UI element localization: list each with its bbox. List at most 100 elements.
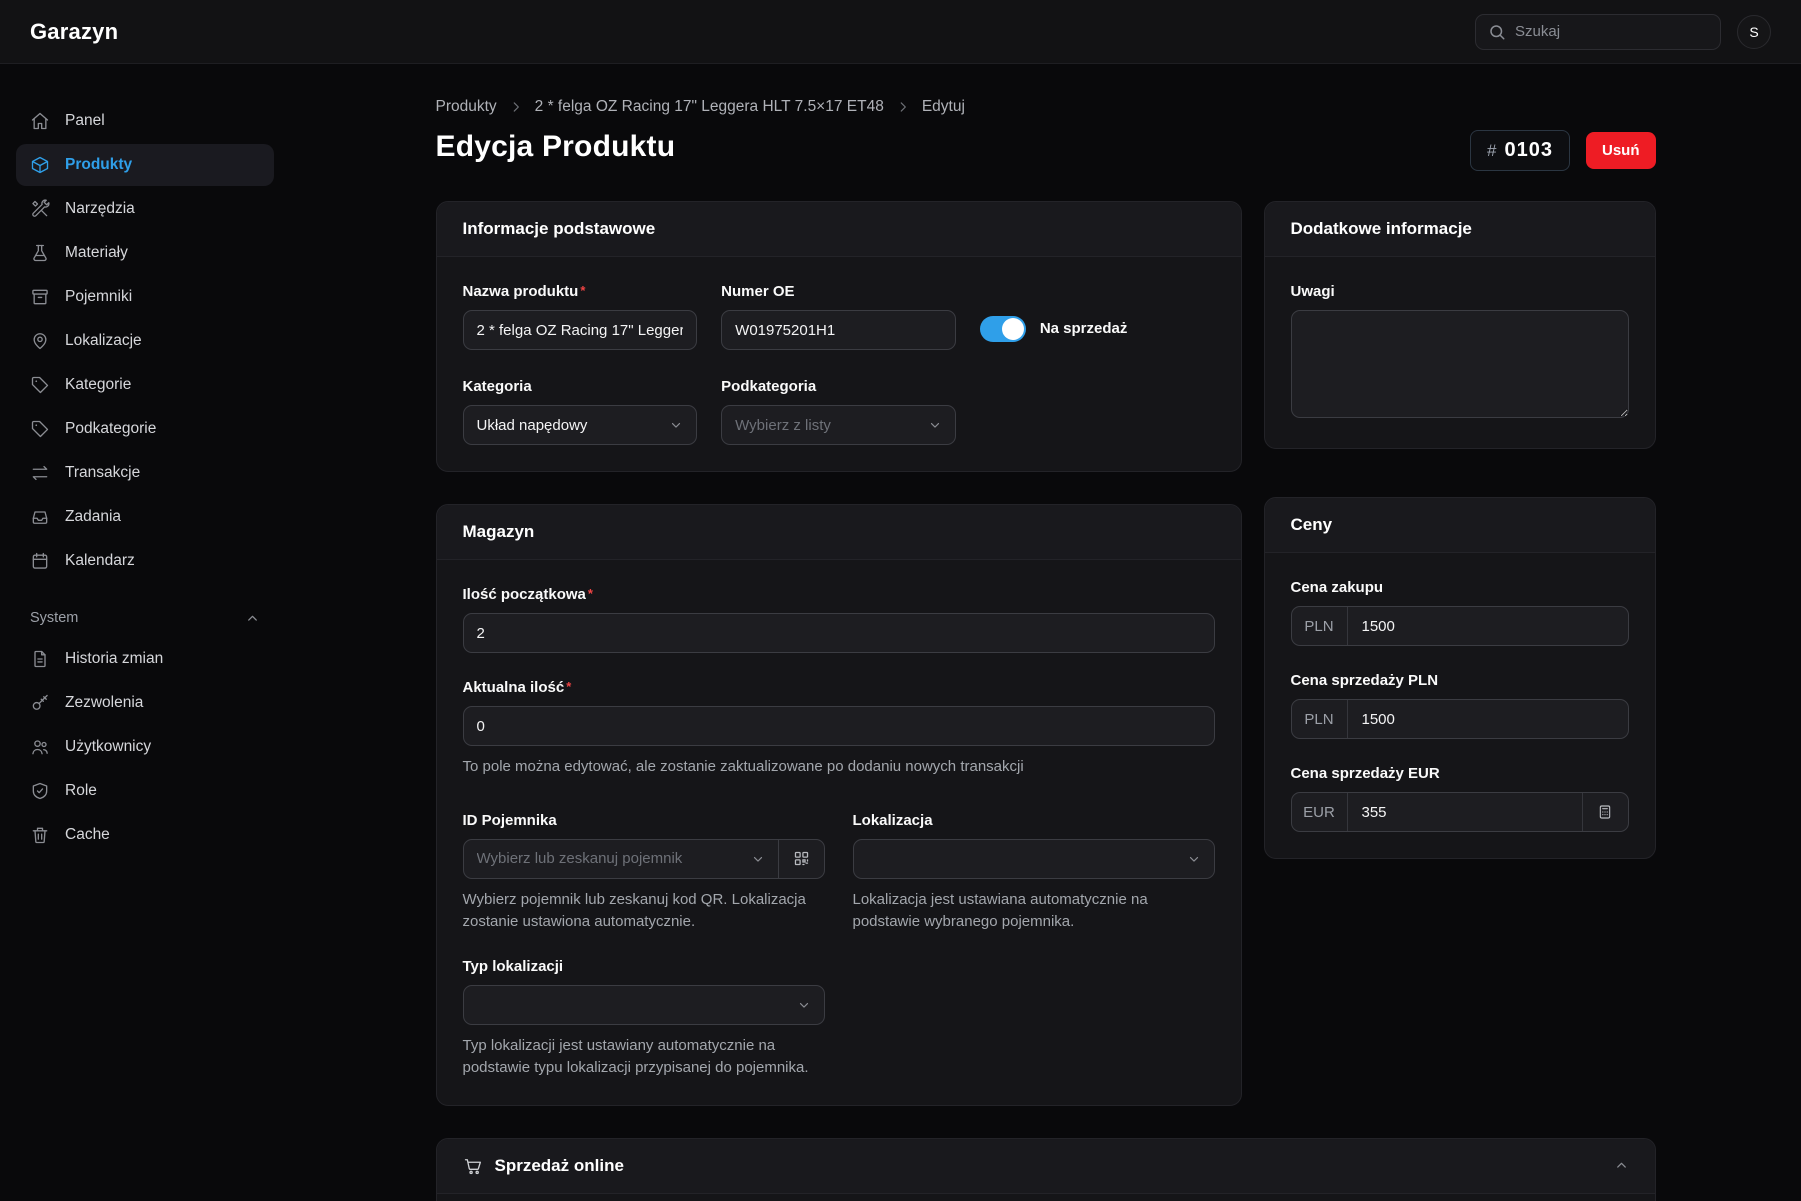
chevron-down-icon — [751, 852, 765, 866]
stock-card-title: Magazyn — [437, 505, 1241, 560]
purchase-price-group: PLN — [1291, 606, 1629, 646]
breadcrumb-product[interactable]: 2 * felga OZ Racing 17" Leggera HLT 7.5×… — [535, 98, 884, 116]
currency-prefix: PLN — [1292, 607, 1348, 645]
subcategory-select[interactable]: Wybierz z listy — [721, 405, 956, 445]
sale-price-pln-group: PLN — [1291, 699, 1629, 739]
qr-scan-button[interactable] — [778, 840, 824, 878]
sidebar-item-produkty[interactable]: Produkty — [16, 144, 274, 186]
required-marker: * — [580, 283, 585, 298]
key-icon — [30, 693, 50, 713]
oe-number-input[interactable] — [721, 310, 956, 350]
search-box[interactable] — [1475, 14, 1721, 50]
chevron-right-icon — [896, 100, 910, 114]
sidebar-item-narzedzia[interactable]: Narzędzia — [16, 188, 274, 230]
avatar[interactable]: S — [1737, 15, 1771, 49]
product-id-badge: # 0103 — [1470, 130, 1570, 171]
sale-price-eur-input[interactable] — [1348, 804, 1582, 821]
sale-price-pln-label: Cena sprzedaży PLN — [1291, 672, 1629, 689]
container-id-label: ID Pojemnika — [463, 812, 825, 829]
page-title: Edycja Produktu — [436, 130, 676, 164]
sidebar-item-uzytkownicy[interactable]: Użytkownicy — [16, 726, 274, 768]
product-name-input[interactable] — [463, 310, 698, 350]
sale-price-pln-input[interactable] — [1348, 711, 1628, 728]
required-marker: * — [566, 679, 571, 694]
document-icon — [30, 649, 50, 669]
chevron-down-icon — [928, 418, 942, 432]
notes-textarea[interactable] — [1291, 310, 1629, 418]
sidebar-item-zezwolenia[interactable]: Zezwolenia — [16, 682, 274, 724]
sidebar-item-role[interactable]: Role — [16, 770, 274, 812]
currency-prefix: PLN — [1292, 700, 1348, 738]
tools-icon — [30, 199, 50, 219]
chevron-up-icon[interactable] — [1614, 1158, 1629, 1173]
tag-icon — [30, 375, 50, 395]
sidebar-item-cache[interactable]: Cache — [16, 814, 274, 856]
initial-qty-input[interactable] — [463, 613, 1215, 653]
current-qty-input[interactable] — [463, 706, 1215, 746]
sidebar: Panel Produkty Narzędzia Materiały Pojem… — [0, 64, 290, 1201]
sidebar-item-zadania[interactable]: Zadania — [16, 496, 274, 538]
current-qty-help: To pole można edytować, ale zostanie zak… — [463, 756, 1215, 778]
on-sale-label: Na sprzedaż — [1040, 320, 1128, 337]
purchase-price-input[interactable] — [1348, 618, 1628, 635]
required-marker: * — [588, 586, 593, 601]
category-select[interactable]: Układ napędowy — [463, 405, 698, 445]
basic-info-card-title: Informacje podstawowe — [437, 202, 1241, 257]
online-sale-card: Sprzedaż online Stan produktu Nowy — [436, 1138, 1656, 1201]
prices-card-title: Ceny — [1265, 498, 1655, 553]
additional-info-card-title: Dodatkowe informacje — [1265, 202, 1655, 257]
basic-info-card: Informacje podstawowe Nazwa produktu* Nu… — [436, 201, 1242, 472]
category-label: Kategoria — [463, 378, 698, 395]
location-help: Lokalizacja jest ustawiana automatycznie… — [853, 889, 1215, 933]
sidebar-item-podkategorie[interactable]: Podkategorie — [16, 408, 274, 450]
sidebar-item-transakcje[interactable]: Transakcje — [16, 452, 274, 494]
breadcrumb-edytuj: Edytuj — [922, 98, 965, 116]
home-icon — [30, 111, 50, 131]
map-pin-icon — [30, 331, 50, 351]
location-type-select[interactable] — [463, 985, 825, 1025]
sidebar-item-lokalizacje[interactable]: Lokalizacje — [16, 320, 274, 362]
search-input[interactable] — [1515, 23, 1708, 40]
tag-icon — [30, 419, 50, 439]
chevron-up-icon[interactable] — [245, 611, 260, 626]
sidebar-item-kalendarz[interactable]: Kalendarz — [16, 540, 274, 582]
cart-icon — [463, 1156, 483, 1176]
toggle-knob — [1002, 318, 1024, 340]
location-type-help: Typ lokalizacji jest ustawiany automatyc… — [463, 1035, 825, 1079]
breadcrumb-produkty[interactable]: Produkty — [436, 98, 497, 116]
sale-price-eur-group: EUR — [1291, 792, 1629, 832]
sidebar-item-pojemniki[interactable]: Pojemniki — [16, 276, 274, 318]
container-select-group: Wybierz lub zeskanuj pojemnik — [463, 839, 825, 879]
delete-button[interactable]: Usuń — [1586, 132, 1656, 169]
sidebar-item-panel[interactable]: Panel — [16, 100, 274, 142]
online-sale-card-title: Sprzedaż online — [495, 1156, 624, 1176]
oe-number-label: Numer OE — [721, 283, 956, 300]
shield-check-icon — [30, 781, 50, 801]
arrows-right-left-icon — [30, 463, 50, 483]
purchase-price-label: Cena zakupu — [1291, 579, 1629, 596]
box-icon — [30, 287, 50, 307]
location-select[interactable] — [853, 839, 1215, 879]
stock-card: Magazyn Ilość początkowa* Aktualna ilość… — [436, 504, 1242, 1106]
current-qty-label: Aktualna ilość* — [463, 679, 1215, 696]
calendar-icon — [30, 551, 50, 571]
topbar: Garazyn S — [0, 0, 1801, 64]
calculate-eur-button[interactable] — [1582, 793, 1628, 831]
container-select[interactable]: Wybierz lub zeskanuj pojemnik — [464, 840, 778, 878]
inbox-icon — [30, 507, 50, 527]
qr-code-icon — [793, 850, 810, 867]
prices-card: Ceny Cena zakupu PLN Cena sprzedaży PLN — [1264, 497, 1656, 859]
sidebar-item-kategorie[interactable]: Kategorie — [16, 364, 274, 406]
sidebar-item-materialy[interactable]: Materiały — [16, 232, 274, 274]
sidebar-section-system: System — [16, 610, 274, 638]
location-type-label: Typ lokalizacji — [463, 958, 825, 975]
sidebar-item-historia-zmian[interactable]: Historia zmian — [16, 638, 274, 680]
calculator-icon — [1597, 804, 1613, 820]
chevron-down-icon — [797, 998, 811, 1012]
sale-price-eur-label: Cena sprzedaży EUR — [1291, 765, 1629, 782]
on-sale-toggle[interactable] — [980, 316, 1026, 342]
chevron-down-icon — [669, 418, 683, 432]
chevron-right-icon — [509, 100, 523, 114]
search-icon — [1488, 23, 1506, 41]
container-help: Wybierz pojemnik lub zeskanuj kod QR. Lo… — [463, 889, 825, 933]
